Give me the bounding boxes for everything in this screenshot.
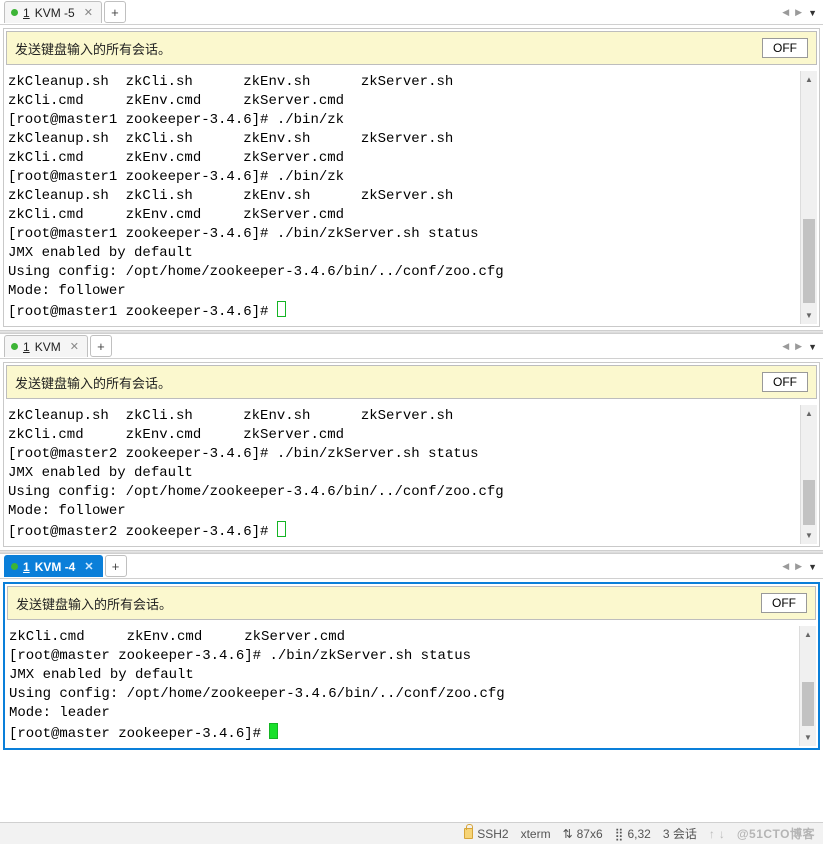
tabbar-controls: ◀ ▶ ▼: [782, 0, 817, 25]
scrollbar[interactable]: ▲ ▼: [800, 405, 817, 544]
status-dot-icon: [11, 563, 18, 570]
tabbar-3: 1 KVM -4 ✕ + ◀ ▶ ▼: [0, 554, 823, 579]
scroll-down-icon[interactable]: ▼: [801, 527, 817, 544]
scroll-track[interactable]: [801, 422, 817, 527]
status-proto-text: SSH2: [477, 827, 508, 841]
status-dot-icon: [11, 9, 18, 16]
next-tab-icon[interactable]: ▶: [795, 561, 802, 572]
scroll-track[interactable]: [800, 643, 816, 729]
broadcast-off-button[interactable]: OFF: [762, 38, 808, 58]
pane-body-3: 发送键盘输入的所有会话。 OFF zkCli.cmd zkEnv.cmd zkS…: [3, 582, 820, 750]
tabbar-controls: ◀ ▶ ▼: [782, 554, 817, 579]
lock-icon: [464, 828, 473, 839]
status-term: xterm: [521, 827, 551, 841]
status-dot-icon: [11, 343, 18, 350]
tabbar-2: 1 KVM ✕ + ◀ ▶ ▼: [0, 334, 823, 359]
up-arrow-icon[interactable]: ↑: [709, 827, 715, 841]
terminal-area-1[interactable]: zkCleanup.sh zkCli.sh zkEnv.sh zkServer.…: [6, 71, 817, 324]
status-pos: ⣿ 6,32: [615, 827, 651, 841]
scroll-track[interactable]: [801, 88, 817, 307]
scroll-up-icon[interactable]: ▲: [801, 71, 817, 88]
broadcast-notice: 发送键盘输入的所有会话。 OFF: [6, 365, 817, 399]
tab-menu-icon[interactable]: ▼: [808, 562, 817, 572]
scroll-up-icon[interactable]: ▲: [800, 626, 816, 643]
notice-text: 发送键盘输入的所有会话。: [15, 373, 171, 392]
status-size: ⇅ 87x6: [563, 827, 603, 841]
next-tab-icon[interactable]: ▶: [795, 341, 802, 352]
broadcast-off-button[interactable]: OFF: [762, 372, 808, 392]
broadcast-notice: 发送键盘输入的所有会话。 OFF: [6, 31, 817, 65]
statusbar: SSH2 xterm ⇅ 87x6 ⣿ 6,32 3 会话 ↑ ↓ @51CTO…: [0, 822, 823, 844]
add-tab-button[interactable]: +: [104, 1, 126, 23]
cursor-icon: [269, 723, 278, 739]
cursor-icon: [277, 521, 286, 537]
cursor-icon: [277, 301, 286, 317]
notice-text: 发送键盘输入的所有会话。: [15, 39, 171, 58]
status-size-text: 87x6: [577, 827, 603, 841]
down-arrow-icon[interactable]: ↓: [719, 827, 725, 841]
terminal-pane-2: 1 KVM ✕ + ◀ ▶ ▼ 发送键盘输入的所有会话。 OFF zkClean…: [0, 334, 823, 550]
add-tab-button[interactable]: +: [105, 555, 127, 577]
scroll-thumb[interactable]: [802, 682, 814, 727]
status-arrows: ↑ ↓: [709, 827, 725, 841]
scroll-down-icon[interactable]: ▼: [801, 307, 817, 324]
tab-kvm[interactable]: 1 KVM ✕: [4, 335, 88, 357]
tabbar-1: 1 KVM -5 ✕ + ◀ ▶ ▼: [0, 0, 823, 25]
terminal-output-3[interactable]: zkCli.cmd zkEnv.cmd zkServer.cmd [root@m…: [7, 626, 799, 746]
terminal-area-3[interactable]: zkCli.cmd zkEnv.cmd zkServer.cmd [root@m…: [7, 626, 816, 746]
broadcast-notice: 发送键盘输入的所有会话。 OFF: [7, 586, 816, 620]
next-tab-icon[interactable]: ▶: [795, 7, 802, 18]
terminal-pane-1: 1 KVM -5 ✕ + ◀ ▶ ▼ 发送键盘输入的所有会话。 OFF zkCl…: [0, 0, 823, 330]
tab-label: KVM -4: [35, 560, 76, 574]
pane-body-1: 发送键盘输入的所有会话。 OFF zkCleanup.sh zkCli.sh z…: [3, 28, 820, 327]
tab-label: KVM -5: [35, 6, 75, 20]
watermark: @51CTO博客: [737, 825, 815, 842]
scroll-down-icon[interactable]: ▼: [800, 729, 816, 746]
close-icon[interactable]: ✕: [70, 340, 79, 353]
tab-index: 1: [23, 560, 30, 574]
terminal-output-2[interactable]: zkCleanup.sh zkCli.sh zkEnv.sh zkServer.…: [6, 405, 800, 544]
prev-tab-icon[interactable]: ◀: [782, 561, 789, 572]
add-tab-button[interactable]: +: [90, 335, 112, 357]
tab-index: 1: [23, 6, 30, 20]
scroll-thumb[interactable]: [803, 219, 815, 302]
prev-tab-icon[interactable]: ◀: [782, 7, 789, 18]
tab-kvm-4[interactable]: 1 KVM -4 ✕: [4, 555, 103, 577]
terminal-output-1[interactable]: zkCleanup.sh zkCli.sh zkEnv.sh zkServer.…: [6, 71, 800, 324]
status-sessions: 3 会话: [663, 825, 697, 842]
pane-body-2: 发送键盘输入的所有会话。 OFF zkCleanup.sh zkCli.sh z…: [3, 362, 820, 547]
status-pos-text: 6,32: [627, 827, 650, 841]
pos-icon: ⣿: [615, 827, 624, 841]
tab-index: 1: [23, 340, 30, 354]
close-icon[interactable]: ✕: [84, 560, 93, 573]
tabbar-controls: ◀ ▶ ▼: [782, 334, 817, 359]
broadcast-off-button[interactable]: OFF: [761, 593, 807, 613]
size-icon: ⇅: [563, 827, 573, 841]
close-icon[interactable]: ✕: [84, 6, 93, 19]
tab-menu-icon[interactable]: ▼: [808, 342, 817, 352]
scrollbar[interactable]: ▲ ▼: [800, 71, 817, 324]
terminal-area-2[interactable]: zkCleanup.sh zkCli.sh zkEnv.sh zkServer.…: [6, 405, 817, 544]
terminal-pane-3: 1 KVM -4 ✕ + ◀ ▶ ▼ 发送键盘输入的所有会话。 OFF zkCl…: [0, 554, 823, 753]
tab-kvm-5[interactable]: 1 KVM -5 ✕: [4, 1, 102, 23]
scroll-thumb[interactable]: [803, 480, 815, 525]
scrollbar[interactable]: ▲ ▼: [799, 626, 816, 746]
notice-text: 发送键盘输入的所有会话。: [16, 594, 172, 613]
tab-label: KVM: [35, 340, 61, 354]
scroll-up-icon[interactable]: ▲: [801, 405, 817, 422]
status-proto: SSH2: [464, 827, 508, 841]
tab-menu-icon[interactable]: ▼: [808, 8, 817, 18]
prev-tab-icon[interactable]: ◀: [782, 341, 789, 352]
